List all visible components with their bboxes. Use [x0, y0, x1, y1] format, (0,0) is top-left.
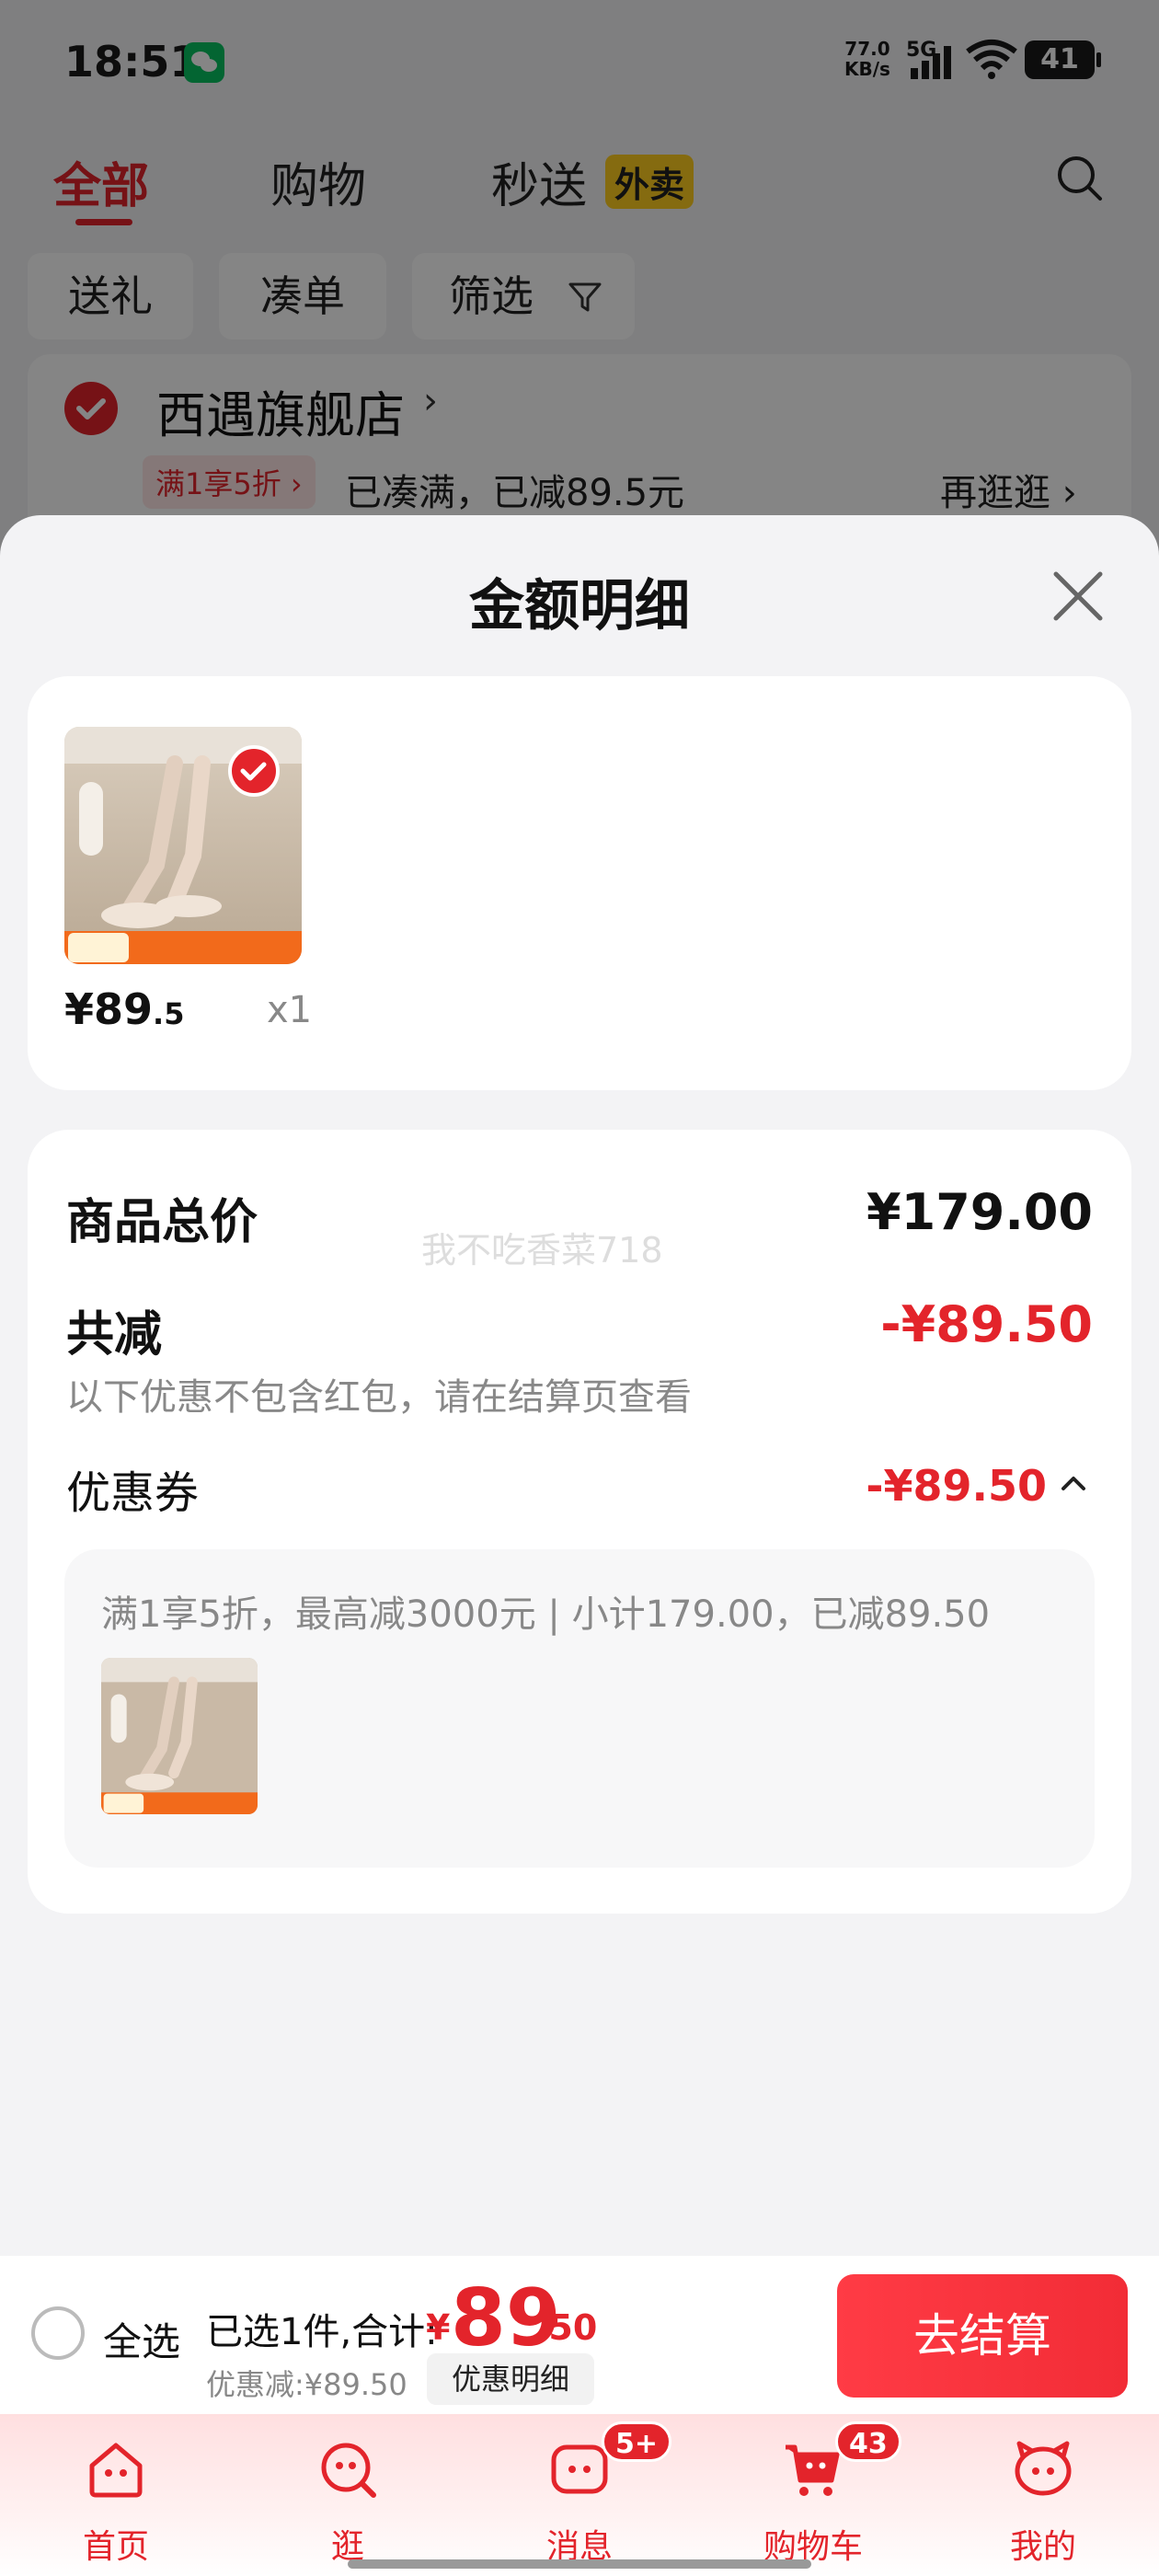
discount-summary: 优惠减:¥89.50	[206, 2367, 407, 2402]
reduction-note: 以下优惠不包含红包，请在结算页查看	[66, 1376, 692, 1419]
coupon-detail-box: 满1享5折，最高减3000元 | 小计179.00，已减89.50	[64, 1549, 1095, 1868]
coupon-label[interactable]: 优惠券	[66, 1456, 199, 1521]
nav-item-messages[interactable]: 消息 5+	[506, 2414, 672, 2576]
watermark: 我不吃香菜718	[421, 1230, 663, 1271]
browse-icon	[321, 2443, 376, 2498]
chevron-up-icon[interactable]	[1058, 1470, 1089, 1494]
total-price-label: 商品总价	[66, 1195, 258, 1250]
nav-item-cart[interactable]: 购物车 43	[740, 2414, 901, 2576]
product-image[interactable]	[64, 727, 302, 964]
sheet-title: 金额明细	[469, 574, 690, 638]
nav-item-home[interactable]: 首页	[42, 2414, 189, 2576]
nav-label-profile: 我的	[1009, 2528, 1076, 2566]
nav-item-profile[interactable]: 我的	[970, 2414, 1117, 2576]
item-quantity: x1	[267, 989, 313, 1031]
profile-icon	[1015, 2441, 1072, 2496]
cart-badge: 43	[835, 2421, 901, 2462]
checkout-bar: 全选 已选1件,合计: ¥ 89 .50 优惠减:¥89.50 优惠明细 去结算	[0, 2256, 1159, 2414]
coupon-product-image	[101, 1658, 258, 1814]
select-all-label[interactable]: 全选	[103, 2311, 180, 2367]
coupon-value[interactable]: -¥89.50	[866, 1461, 1047, 1511]
message-badge: 5+	[602, 2421, 672, 2462]
total-price-value: ¥179.00	[866, 1183, 1093, 1241]
amount-detail-sheet: 金额明细 ¥89.5 x1 我不吃香菜718 商品总价 ¥179.00 共减 -…	[0, 515, 1159, 2263]
item-checkbox[interactable]	[228, 745, 280, 797]
total-amount-decimal: .50	[535, 2307, 598, 2348]
bottom-nav: 首页 逛 消息 5+ 购物车 43 我的	[0, 2414, 1159, 2576]
selected-summary: 已选1件,合计:	[206, 2311, 438, 2353]
coupon-description: 满1享5折，最高减3000元 | 小计179.00，已减89.50	[101, 1593, 991, 1636]
reduction-value: -¥89.50	[880, 1295, 1093, 1353]
home-icon	[89, 2443, 143, 2498]
items-card: ¥89.5 x1	[28, 676, 1131, 1090]
home-indicator[interactable]	[348, 2559, 811, 2569]
nav-label-home: 首页	[82, 2528, 149, 2566]
total-currency: ¥	[426, 2307, 451, 2348]
select-all-checkbox[interactable]	[31, 2306, 85, 2360]
check-icon	[240, 762, 267, 781]
item-price: ¥89.5	[64, 984, 184, 1034]
reduction-label: 共减	[66, 1307, 163, 1363]
close-icon[interactable]	[1050, 569, 1106, 624]
discount-detail-button[interactable]: 优惠明细	[427, 2353, 594, 2405]
nav-item-browse[interactable]: 逛	[274, 2414, 421, 2576]
price-detail-card: 我不吃香菜718 商品总价 ¥179.00 共减 -¥89.50 以下优惠不包含…	[28, 1130, 1131, 1914]
checkout-button[interactable]: 去结算	[837, 2274, 1128, 2398]
item-price-decimal: .5	[153, 996, 185, 1031]
item-price-main: ¥89	[64, 984, 154, 1034]
